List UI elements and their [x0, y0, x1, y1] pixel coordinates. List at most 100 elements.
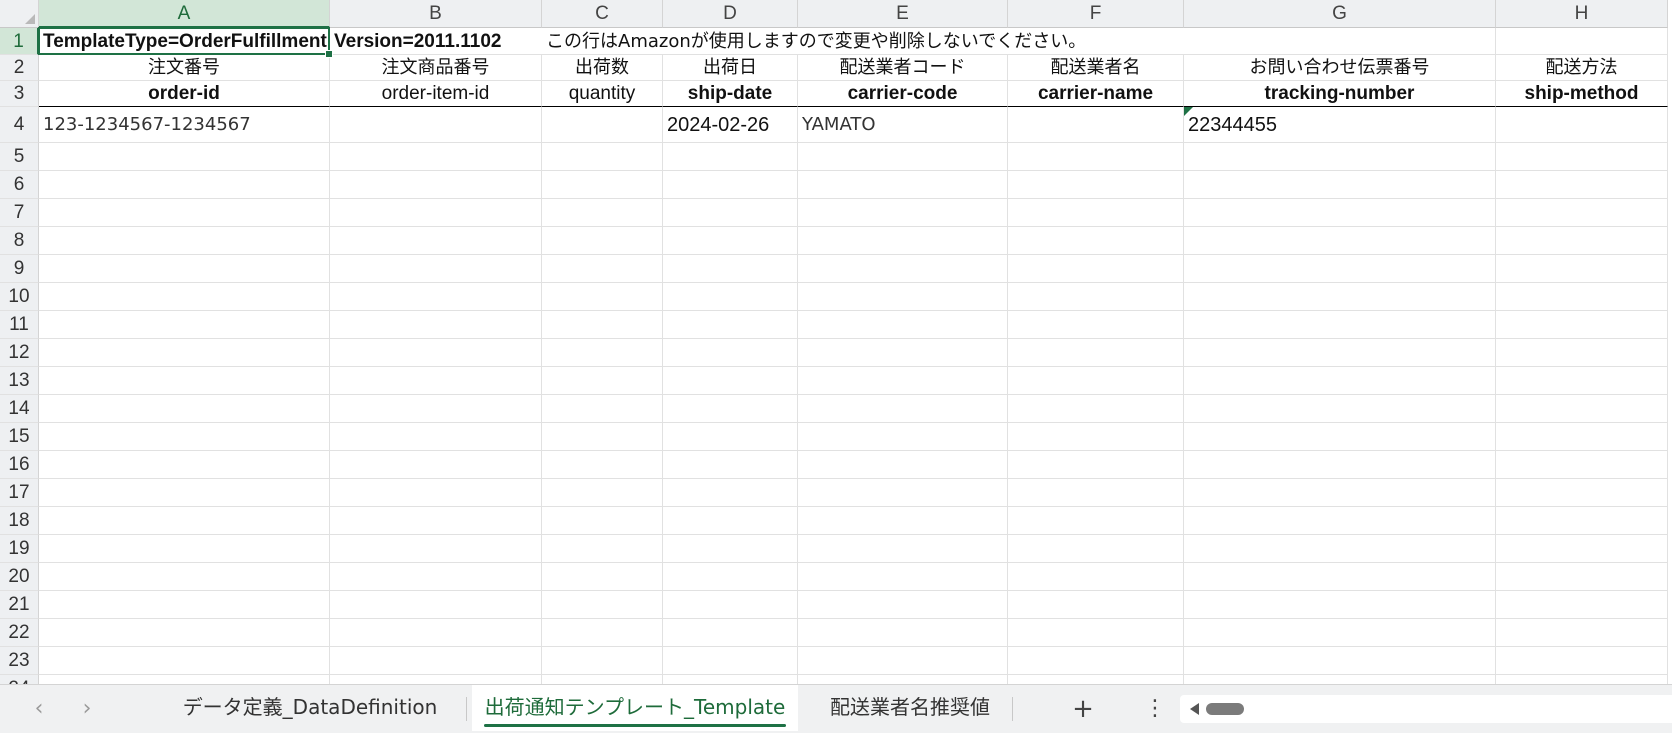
empty-cell[interactable] [39, 647, 330, 675]
empty-cell[interactable] [1184, 339, 1496, 367]
empty-cell[interactable] [39, 227, 330, 255]
cell-h2[interactable]: 配送方法 [1496, 55, 1668, 81]
row-header[interactable]: 6 [0, 171, 39, 199]
row-header[interactable]: 10 [0, 283, 39, 311]
empty-cell[interactable] [330, 563, 542, 591]
horizontal-scrollbar[interactable] [1180, 695, 1672, 723]
empty-cell[interactable] [1008, 283, 1184, 311]
empty-cell[interactable] [1008, 507, 1184, 535]
empty-cell[interactable] [663, 675, 798, 684]
empty-cell[interactable] [798, 423, 1008, 451]
row-header[interactable]: 4 [0, 107, 39, 143]
empty-cell[interactable] [798, 619, 1008, 647]
empty-cell[interactable] [1496, 339, 1668, 367]
row-header[interactable]: 20 [0, 563, 39, 591]
empty-cell[interactable] [1184, 451, 1496, 479]
empty-cell[interactable] [330, 143, 542, 171]
empty-cell[interactable] [1008, 311, 1184, 339]
empty-cell[interactable] [798, 199, 1008, 227]
empty-cell[interactable] [39, 479, 330, 507]
empty-cell[interactable] [663, 367, 798, 395]
empty-cell[interactable] [1496, 479, 1668, 507]
empty-cell[interactable] [663, 255, 798, 283]
cell-error-indicator[interactable] [1184, 107, 1193, 116]
empty-cell[interactable] [1184, 507, 1496, 535]
empty-cell[interactable] [1496, 563, 1668, 591]
row-header[interactable]: 1 [0, 28, 39, 55]
row-header[interactable]: 23 [0, 647, 39, 675]
empty-cell[interactable] [1008, 675, 1184, 684]
empty-cell[interactable] [330, 171, 542, 199]
empty-cell[interactable] [39, 283, 330, 311]
empty-cell[interactable] [1008, 143, 1184, 171]
cell-c4[interactable] [542, 107, 663, 143]
empty-cell[interactable] [542, 619, 663, 647]
chevron-right-icon[interactable]: › [72, 695, 102, 723]
empty-cell[interactable] [1184, 647, 1496, 675]
empty-cell[interactable] [1184, 535, 1496, 563]
empty-cell[interactable] [663, 227, 798, 255]
empty-cell[interactable] [1496, 311, 1668, 339]
row-header[interactable]: 16 [0, 451, 39, 479]
scrollbar-thumb[interactable] [1206, 703, 1244, 715]
empty-cell[interactable] [1496, 143, 1668, 171]
empty-cell[interactable] [1008, 619, 1184, 647]
empty-cell[interactable] [330, 675, 542, 684]
empty-cell[interactable] [330, 227, 542, 255]
empty-cell[interactable] [542, 563, 663, 591]
select-all-corner[interactable] [0, 0, 39, 28]
empty-cell[interactable] [798, 563, 1008, 591]
column-header-g[interactable]: G [1184, 0, 1496, 28]
empty-cell[interactable] [1008, 395, 1184, 423]
empty-cell[interactable] [663, 647, 798, 675]
empty-cell[interactable] [1184, 143, 1496, 171]
row-header[interactable]: 8 [0, 227, 39, 255]
column-header-d[interactable]: D [663, 0, 798, 28]
empty-cell[interactable] [798, 479, 1008, 507]
add-sheet-button[interactable]: + [1066, 693, 1100, 725]
empty-cell[interactable] [542, 367, 663, 395]
more-options-icon[interactable]: ⋮ [1142, 693, 1168, 725]
row-header[interactable]: 14 [0, 395, 39, 423]
empty-cell[interactable] [39, 563, 330, 591]
empty-cell[interactable] [1008, 367, 1184, 395]
cell-f2[interactable]: 配送業者名 [1008, 55, 1184, 81]
empty-cell[interactable] [39, 507, 330, 535]
spreadsheet-grid[interactable]: A B C D E F G H 1 2 3 4 5 6 7 8 9 10 11 … [0, 0, 1672, 684]
empty-cell[interactable] [1496, 591, 1668, 619]
empty-cell[interactable] [542, 283, 663, 311]
empty-cell[interactable] [1184, 283, 1496, 311]
empty-cell[interactable] [798, 367, 1008, 395]
empty-cell[interactable] [663, 143, 798, 171]
empty-cell[interactable] [39, 423, 330, 451]
empty-cell[interactable] [1184, 227, 1496, 255]
cell-d2[interactable]: 出荷日 [663, 55, 798, 81]
row-header[interactable]: 3 [0, 81, 39, 107]
empty-cell[interactable] [663, 451, 798, 479]
sheet-tab-data-definition[interactable]: データ定義_DataDefinition [170, 685, 450, 731]
empty-cell[interactable] [39, 395, 330, 423]
row-header[interactable]: 5 [0, 143, 39, 171]
sheet-tab-carrier-names[interactable]: 配送業者名推奨値 [812, 685, 1008, 731]
empty-cell[interactable] [798, 143, 1008, 171]
empty-cell[interactable] [330, 311, 542, 339]
empty-cell[interactable] [663, 311, 798, 339]
empty-cell[interactable] [1496, 367, 1668, 395]
empty-cell[interactable] [1496, 227, 1668, 255]
empty-cell[interactable] [798, 395, 1008, 423]
empty-cell[interactable] [330, 507, 542, 535]
empty-cell[interactable] [663, 339, 798, 367]
empty-cell[interactable] [542, 675, 663, 684]
row-header[interactable]: 9 [0, 255, 39, 283]
cell-g1[interactable] [1184, 28, 1496, 55]
row-header[interactable]: 12 [0, 339, 39, 367]
cell-e2[interactable]: 配送業者コード [798, 55, 1008, 81]
empty-cell[interactable] [39, 311, 330, 339]
empty-cell[interactable] [1008, 451, 1184, 479]
cell-b3[interactable]: order-item-id [330, 81, 542, 107]
empty-cell[interactable] [542, 255, 663, 283]
row-header[interactable]: 15 [0, 423, 39, 451]
column-header-c[interactable]: C [542, 0, 663, 28]
empty-cell[interactable] [1008, 339, 1184, 367]
empty-cell[interactable] [330, 619, 542, 647]
